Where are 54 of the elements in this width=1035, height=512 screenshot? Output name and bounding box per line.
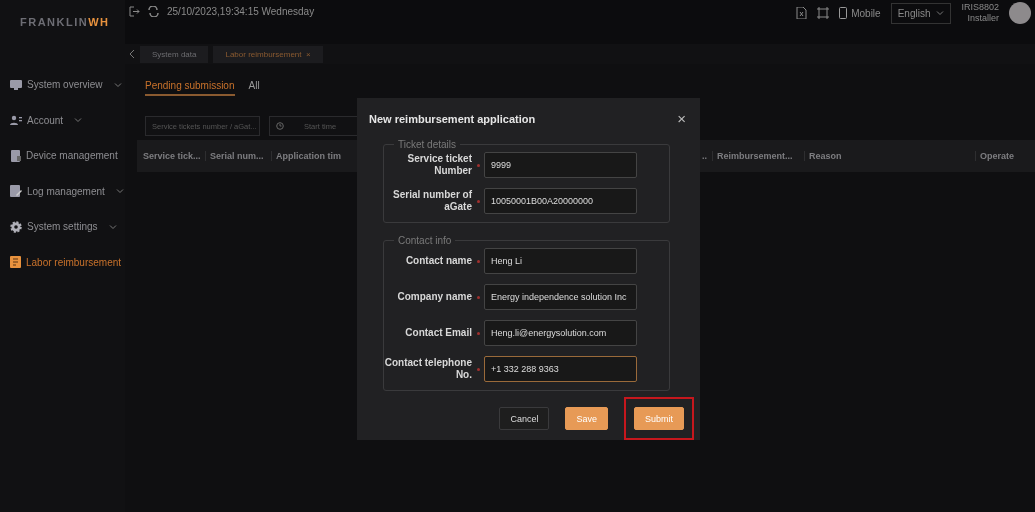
column-header: Application tim (271, 151, 347, 161)
phone-icon (839, 7, 848, 19)
field-label: Company name (396, 291, 472, 303)
section-legend: Contact info (394, 235, 456, 246)
column-header: .. (701, 151, 708, 161)
refresh-icon[interactable] (148, 6, 159, 17)
column-header: Service tick... (142, 151, 202, 161)
filter-tab[interactable]: All (248, 80, 260, 96)
sidebar-item[interactable]: System settings (0, 209, 125, 245)
fullscreen-icon[interactable] (817, 7, 830, 19)
field-label: Serial number of aGate (392, 189, 472, 213)
sidebar-item[interactable]: Labor reimbursement (0, 244, 125, 280)
dialog-title: New reimbursement application (369, 112, 536, 125)
exit-icon[interactable] (129, 6, 140, 17)
text-field[interactable]: +1 332 288 9363 (484, 356, 637, 382)
column-header: Reason (804, 151, 975, 161)
field-label: Contact Email (404, 327, 472, 339)
document-icon[interactable] (796, 7, 808, 19)
field-label: Contact telephone No. (384, 357, 472, 381)
dialog-button[interactable]: Cancel (499, 407, 550, 430)
brand-logo: FRANKLINWH (20, 16, 110, 28)
text-field[interactable]: 10050001B00A20000000 (484, 188, 637, 214)
column-header: Reimbursement... (712, 151, 804, 161)
user-role: Installer (967, 13, 999, 24)
users-icon (10, 115, 22, 126)
text-field[interactable]: Heng.li@energysolution.com (484, 320, 637, 346)
sidebar-item[interactable]: Log management (0, 173, 125, 209)
text-field[interactable]: Energy independence solution Inc (484, 284, 637, 310)
sidebar-item[interactable]: System overview (0, 67, 125, 103)
mobile-button[interactable]: Mobile (839, 7, 881, 19)
gear-icon (10, 220, 22, 233)
text-field[interactable]: 9999 (484, 152, 637, 178)
chevron-down-icon (936, 10, 945, 16)
page-tab[interactable]: System data (140, 45, 209, 63)
filter-tab[interactable]: Pending submission (145, 80, 235, 96)
field-label: Service ticket Number (406, 153, 472, 177)
device-icon (10, 149, 21, 162)
text-field[interactable]: Heng Li (484, 248, 637, 274)
back-icon[interactable] (129, 49, 135, 59)
log-icon (10, 185, 22, 198)
user-name: IRIS8802 (961, 2, 999, 13)
date-time: 25/10/2023,19:34:15 Wednesday (167, 6, 315, 17)
monitor-icon (10, 79, 22, 91)
sidebar-item[interactable]: Account (0, 102, 125, 138)
column-header: Serial num... (205, 151, 271, 161)
sidebar-item[interactable]: Device management (0, 138, 125, 174)
clock-icon (276, 122, 284, 130)
receipt-icon (10, 256, 21, 269)
language-dropdown[interactable]: English (890, 2, 952, 24)
column-header: Operate (975, 151, 1035, 161)
field-label: Contact name (404, 255, 472, 267)
section-legend: Ticket details (394, 139, 460, 150)
close-button[interactable]: × (677, 110, 686, 127)
avatar[interactable] (1009, 2, 1031, 24)
